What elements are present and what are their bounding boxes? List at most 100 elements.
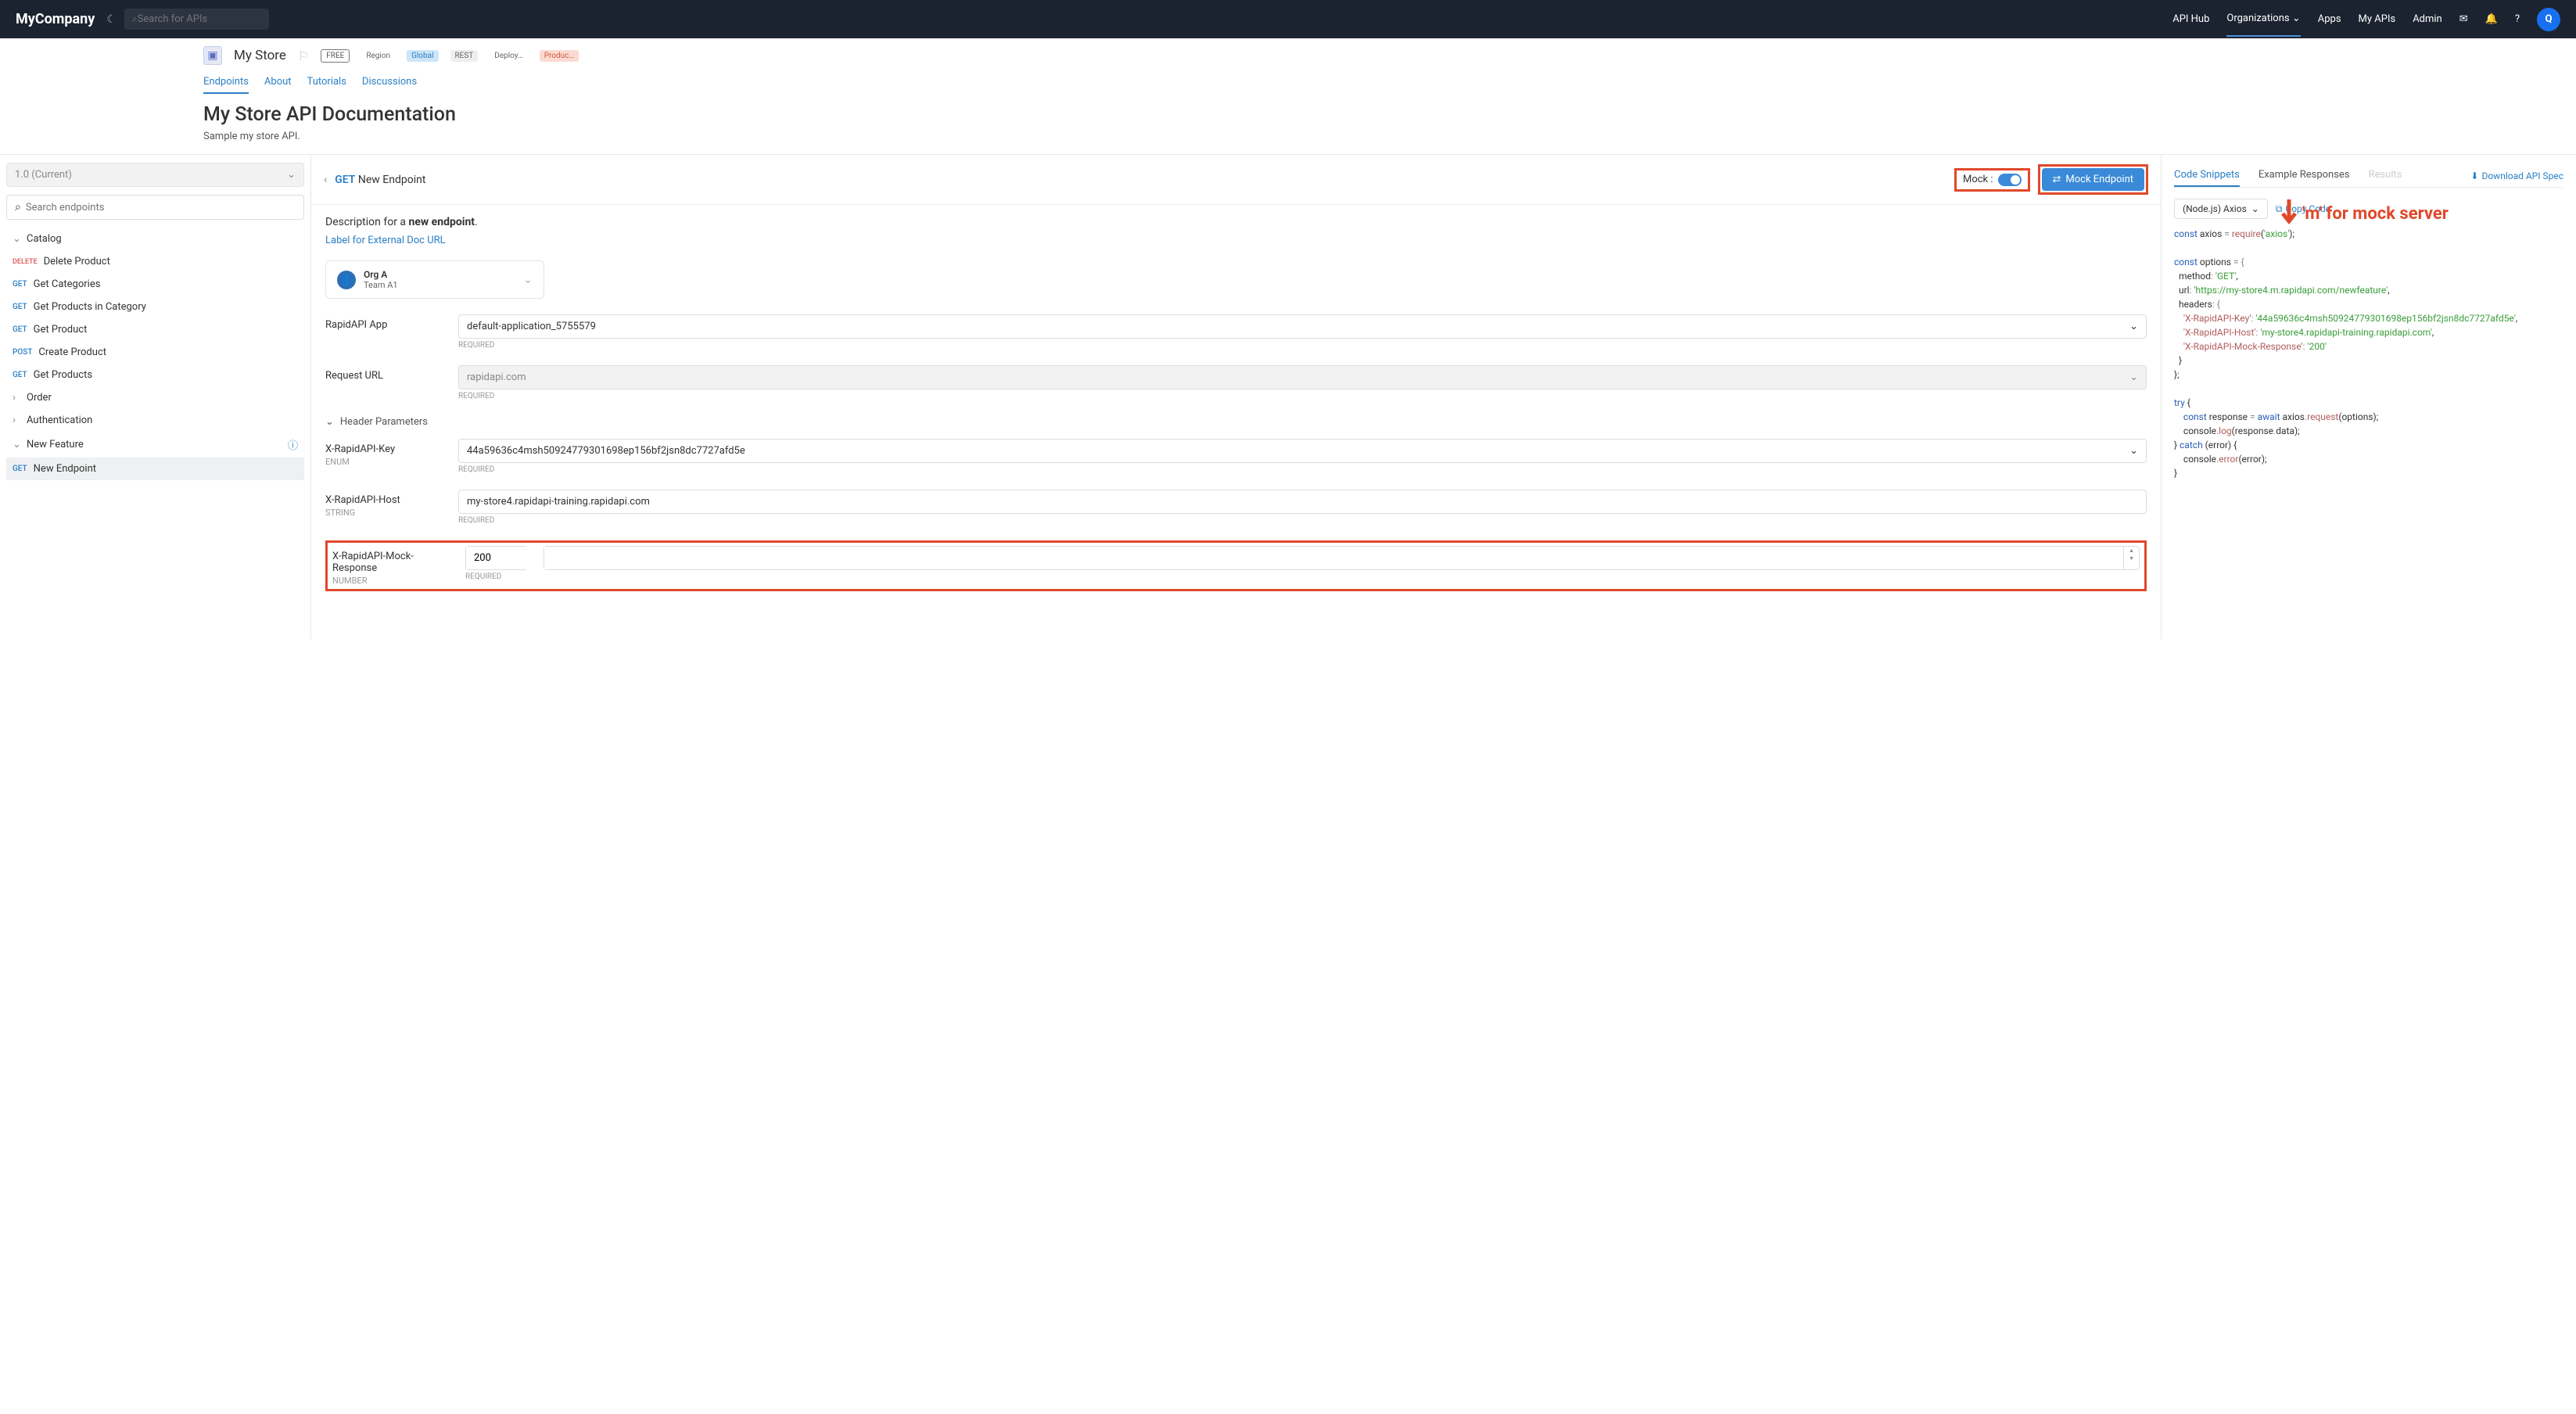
- nav-my-apis[interactable]: My APIs: [2359, 2, 2396, 36]
- method-badge: GET: [13, 325, 27, 334]
- tab-about[interactable]: About: [264, 71, 292, 94]
- chevron-down-icon: ⌄: [2129, 371, 2138, 383]
- inbox-icon[interactable]: ✉: [2459, 13, 2468, 25]
- external-doc-link[interactable]: Label for External Doc URL: [325, 235, 2147, 246]
- search-icon: ⌕: [132, 13, 138, 25]
- endpoint-get-products-in-category[interactable]: GETGet Products in Category: [6, 296, 304, 318]
- method-badge: GET: [13, 465, 27, 473]
- endpoint-get-product[interactable]: GET Get Product: [6, 318, 304, 341]
- required-label: REQUIRED: [458, 392, 2147, 400]
- endpoint-new-endpoint[interactable]: GETNew Endpoint: [6, 458, 304, 480]
- method-badge: DELETE: [13, 258, 38, 266]
- url-select: rapidapi.com⌄: [458, 365, 2147, 389]
- mock-toggle[interactable]: [1998, 174, 2022, 186]
- nav-api-hub[interactable]: API Hub: [2172, 2, 2209, 36]
- endpoint-label: Get Product: [34, 324, 88, 336]
- endpoint-search[interactable]: ⌕: [6, 195, 304, 220]
- endpoint-body: Description for a new endpoint. Label fo…: [311, 205, 2161, 640]
- help-icon[interactable]: ?: [2515, 13, 2520, 25]
- code-tabs: Code Snippets Example Responses Results …: [2174, 164, 2563, 188]
- avatar[interactable]: Q: [2537, 8, 2560, 31]
- app-header: MyCompany ☾ ⌕ API Hub Organizations ⌄ Ap…: [0, 0, 2576, 38]
- bookmark-icon[interactable]: ⚐: [298, 48, 309, 63]
- download-spec[interactable]: ⬇Download API Spec: [2470, 164, 2563, 187]
- field-type-host: STRING: [325, 508, 443, 518]
- brand[interactable]: MyCompany: [16, 11, 95, 27]
- key-select[interactable]: 44a59636c4msh50924779301698ep156bf2jsn8d…: [458, 439, 2147, 463]
- endpoint-sidebar: 1.0 (Current) ⌄ ⌕ ⌄CatalogDELETEDelete P…: [0, 155, 310, 640]
- tab-code-snippets[interactable]: Code Snippets: [2174, 164, 2240, 187]
- org-team: Team A1: [364, 280, 398, 290]
- mock-label: Mock :: [1963, 174, 1993, 185]
- method-badge: GET: [13, 280, 27, 289]
- chevron-down-icon: ⌄: [287, 169, 296, 181]
- info-icon[interactable]: ⓘ: [288, 437, 298, 452]
- mock-response-input[interactable]: [465, 546, 528, 570]
- chevron-icon: ›: [13, 415, 20, 426]
- tree-group-authentication[interactable]: ›Authentication: [6, 409, 304, 432]
- badge-rest: REST: [450, 50, 479, 62]
- endpoint-get-products[interactable]: GETGet Products: [6, 364, 304, 386]
- endpoint-create-product[interactable]: POSTCreate Product: [6, 341, 304, 364]
- badge-deploy: Deploy…: [490, 50, 527, 62]
- bell-icon[interactable]: 🔔: [2485, 13, 2498, 25]
- tree-group-order[interactable]: ›Order: [6, 386, 304, 409]
- org-avatar: 👤: [337, 271, 356, 289]
- nav-organizations[interactable]: Organizations ⌄: [2226, 2, 2300, 37]
- search-input[interactable]: [138, 13, 261, 25]
- version-label: 1.0 (Current): [15, 169, 72, 181]
- swap-icon: ⇄: [2053, 174, 2061, 185]
- required-label: REQUIRED: [458, 465, 2147, 474]
- endpoint-get-categories[interactable]: GET Get Categories: [6, 273, 304, 296]
- collapse-icon[interactable]: ‹: [324, 174, 327, 186]
- badge-free: FREE: [321, 49, 350, 63]
- tree-group-new-feature[interactable]: ⌄New Featureⓘ: [6, 432, 304, 458]
- org-selector[interactable]: 👤 Org A Team A1 ⌄: [325, 260, 544, 299]
- tab-example-responses[interactable]: Example Responses: [2258, 164, 2350, 187]
- search-icon: ⌕: [15, 201, 21, 214]
- endpoint-delete-product[interactable]: DELETEDelete Product: [6, 250, 304, 273]
- endpoint-search-input[interactable]: [26, 202, 296, 214]
- headers-section[interactable]: ⌄Header Parameters: [325, 416, 2147, 428]
- app-select[interactable]: default-application_5755579⌄: [458, 314, 2147, 339]
- version-select[interactable]: 1.0 (Current) ⌄: [6, 163, 304, 187]
- copy-code[interactable]: ⧉Copy Code: [2276, 203, 2330, 215]
- theme-toggle-icon[interactable]: ☾: [106, 13, 117, 26]
- tab-discussions[interactable]: Discussions: [362, 71, 417, 94]
- doc-desc: Sample my store API.: [203, 131, 2576, 142]
- language-select[interactable]: (Node.js) Axios⌄: [2174, 199, 2268, 219]
- chevron-icon: ›: [13, 392, 20, 404]
- chevron-icon: ⌄: [13, 233, 20, 245]
- api-icon: ▣: [203, 46, 222, 65]
- nav-admin[interactable]: Admin: [2413, 2, 2442, 36]
- copy-icon: ⧉: [2276, 203, 2283, 215]
- host-input[interactable]: my-store4.rapidapi-training.rapidapi.com: [458, 490, 2147, 514]
- endpoint-tree: ⌄CatalogDELETEDelete Product GET Get Categ…: [6, 228, 304, 480]
- tab-tutorials[interactable]: Tutorials: [307, 71, 346, 94]
- endpoint-label: Create Product: [38, 346, 106, 358]
- mock-btn-highlight: ⇄ Mock Endpoint: [2038, 164, 2149, 195]
- badge-global: Global: [407, 50, 438, 62]
- mock-toggle-box: Mock :: [1954, 168, 2030, 192]
- mock-endpoint-button[interactable]: ⇄ Mock Endpoint: [2042, 168, 2145, 191]
- org-name: Org A: [364, 269, 398, 280]
- chevron-down-icon: ⌄: [325, 416, 334, 428]
- endpoint-header: ‹ GET New Endpoint Mock : ⇄ Mock Endpoin…: [311, 155, 2161, 205]
- required-label: REQUIRED: [465, 572, 528, 581]
- endpoint-detail: ‹ GET New Endpoint Mock : ⇄ Mock Endpoin…: [310, 155, 2162, 640]
- endpoint-label: Get Categories: [34, 278, 101, 290]
- required-label: REQUIRED: [458, 516, 2147, 525]
- field-type-key: ENUM: [325, 457, 443, 467]
- field-label-app: RapidAPI App: [325, 314, 443, 350]
- nav-apps[interactable]: Apps: [2318, 2, 2341, 36]
- mock-response-full[interactable]: [544, 547, 2123, 569]
- search-box[interactable]: ⌕: [124, 9, 269, 30]
- tab-endpoints[interactable]: Endpoints: [203, 71, 249, 94]
- api-title: My Store: [234, 48, 286, 63]
- tree-group-catalog[interactable]: ⌄Catalog: [6, 228, 304, 250]
- chevron-down-icon: ⌄: [2292, 13, 2301, 24]
- badge-prod: Produc…: [540, 50, 579, 62]
- endpoint-label: Get Products in Category: [34, 301, 146, 313]
- method-badge: GET: [13, 371, 27, 379]
- number-spinner[interactable]: ▲▼: [2123, 547, 2139, 569]
